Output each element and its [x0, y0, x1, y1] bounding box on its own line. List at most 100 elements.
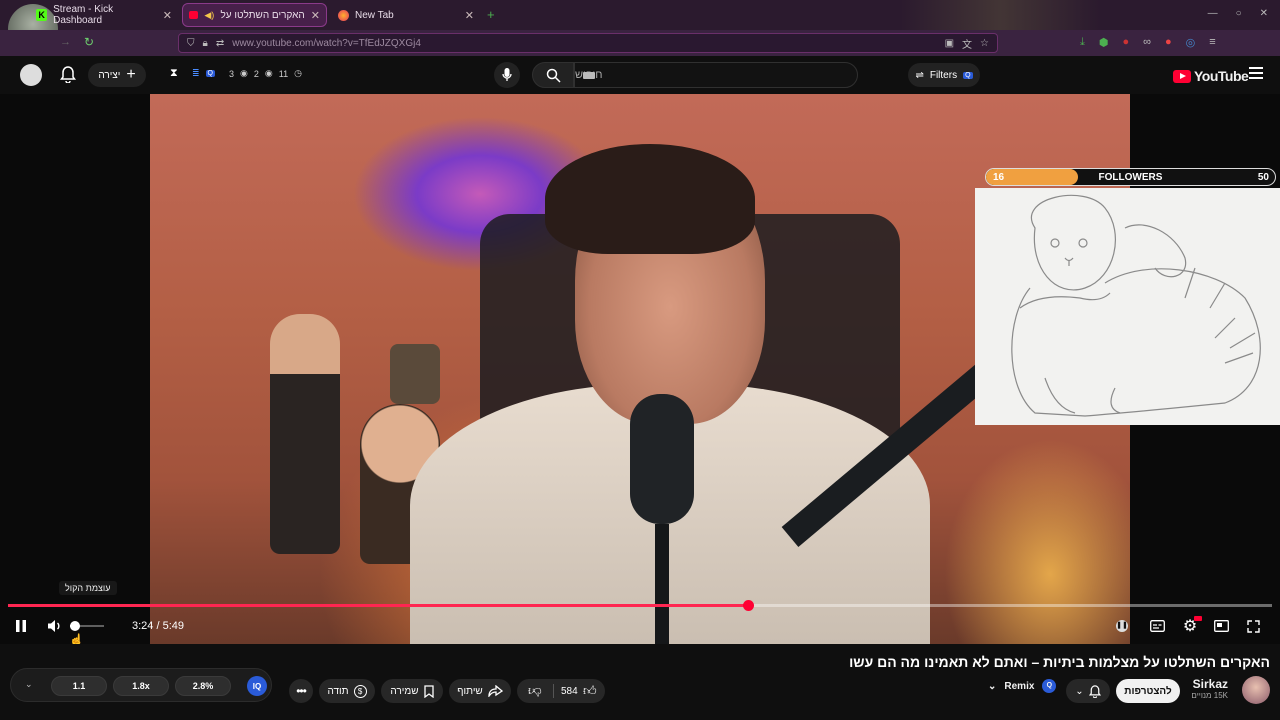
q-extension-button[interactable]: IQ [247, 676, 267, 696]
youtube-play-icon [1173, 69, 1191, 83]
youtube-logo-text: YouTube [1194, 68, 1249, 84]
channel-name[interactable]: Sirkaz [1191, 677, 1228, 691]
dislike-icon[interactable]: 👍︎ [528, 683, 542, 699]
progress-buffered [8, 604, 1272, 607]
mute-button[interactable] [44, 616, 66, 636]
create-button[interactable]: יצירה + [88, 63, 146, 87]
speed-value: 1.8x [132, 681, 150, 691]
close-window-icon[interactable]: ✕ [1260, 8, 1268, 19]
miniplayer-icon [1213, 620, 1229, 632]
menu-icon[interactable]: ≡ [1209, 36, 1215, 49]
mic-stand [655, 524, 669, 644]
fullscreen-button[interactable] [1244, 616, 1262, 636]
hourglass-icon[interactable]: ⧗ [170, 67, 178, 80]
eye-icon: ◉ [240, 68, 248, 78]
list-icon[interactable]: ≣ [192, 68, 200, 79]
url-field[interactable]: ⛉ 🔒︎ ⇄ www.youtube.com/watch?v=TfEdJZQXG… [178, 33, 998, 53]
followers-label: FOLLOWERS [1098, 171, 1163, 183]
more-actions-button[interactable]: ••• [289, 679, 313, 703]
stat-c: 11 [278, 68, 289, 79]
speed-button[interactable]: 1.8x [113, 676, 169, 696]
microphone-icon [502, 68, 512, 81]
close-tab-icon[interactable]: ✕ [311, 9, 320, 22]
tab-title: Stream - Kick Dashboard [53, 4, 114, 26]
translate-icon[interactable]: 文 [962, 36, 972, 51]
window-controls: — ○ ✕ [1208, 8, 1268, 19]
microphone [630, 394, 694, 524]
lock-icon: 🔒︎ [202, 37, 208, 49]
time-display: 3:24 / 5:49 [132, 616, 184, 636]
settings-button[interactable]: ⚙ [1180, 616, 1202, 636]
tab-kick-dashboard[interactable]: K Stream - Kick Dashboard ✕ [30, 3, 178, 27]
close-tab-icon[interactable]: ✕ [163, 9, 172, 22]
youtube-header: יצירה + ⧗ ≣ Q 3 ◉ 2 ◉ 11 ◷ חיפוש ⇌ Filte… [0, 56, 1280, 94]
voice-search-button[interactable] [494, 62, 520, 88]
chevron-down-icon[interactable]: ⌄ [988, 681, 996, 692]
speed-button[interactable]: 1.1 [51, 676, 107, 696]
cat-sketch-overlay [975, 188, 1280, 425]
share-icon [488, 685, 503, 697]
divider [553, 684, 554, 698]
join-label: להצטרפות [1124, 685, 1172, 697]
address-bar-row: → ↻ ⛉ 🔒︎ ⇄ www.youtube.com/watch?v=TfEdJ… [0, 30, 1280, 56]
close-tab-icon[interactable]: ✕ [465, 9, 474, 22]
time-total: 5:49 [162, 620, 185, 632]
autoplay-toggle[interactable]: ❚❚ [1114, 616, 1130, 636]
video-player[interactable]: 16 FOLLOWERS 50 עוצמת הקול [0, 94, 1280, 644]
q-badge-icon: Q [1042, 679, 1057, 693]
person-hair [545, 144, 755, 254]
youtube-favicon-icon [189, 11, 199, 19]
subtitles-icon [1149, 620, 1165, 632]
extension-icons: ⤓ ⬢ ● ∞ ● ◎ ≡ [1080, 36, 1216, 49]
avatar[interactable] [20, 64, 42, 86]
thanks-button[interactable]: תודה $ [319, 679, 375, 703]
search-icon [546, 68, 561, 83]
minimize-icon[interactable]: — [1208, 8, 1218, 19]
download-icon[interactable]: ⤓ [1080, 36, 1085, 49]
filters-button[interactable]: ⇌ Filters Q [908, 63, 980, 87]
subtitles-button[interactable] [1148, 616, 1166, 636]
remix-label[interactable]: Remix [1004, 681, 1034, 692]
like-icon[interactable]: 👍︎ [583, 683, 597, 699]
progress-bar[interactable] [8, 604, 1272, 607]
pause-button[interactable] [12, 616, 30, 636]
glasses-icon[interactable]: ∞ [1143, 36, 1151, 49]
like-count: 584 [561, 685, 578, 697]
channel-avatar[interactable] [1242, 676, 1270, 704]
extension-icon[interactable]: ● [1122, 36, 1129, 49]
channel-info[interactable]: Sirkaz 15K מנויים [1191, 677, 1228, 700]
tab-youtube-video[interactable]: ◀) האקרים השתלטו על מצ ✕ [182, 3, 327, 27]
search-input[interactable]: חיפוש [574, 62, 858, 88]
chevron-down-icon[interactable]: ⌄ [25, 679, 33, 690]
dollar-heart-icon: $ [353, 684, 367, 698]
back-arrow-icon[interactable]: → [60, 36, 71, 48]
volume-slider[interactable] [70, 621, 104, 631]
share-button[interactable]: שיתוף [449, 679, 511, 703]
save-button[interactable]: שמירה [381, 679, 443, 703]
chevron-down-icon: ⌄ [1075, 685, 1084, 697]
bookmark-star-icon[interactable]: ☆ [980, 38, 989, 49]
speed-button[interactable]: 2.8% [175, 676, 231, 696]
extension-icon[interactable]: ◎ [1186, 36, 1196, 49]
reader-icon[interactable]: ▣ [945, 38, 954, 49]
tab-title: האקרים השתלטו על מצ [220, 9, 305, 21]
speaker-icon[interactable]: ◀) [204, 10, 214, 21]
keyboard-icon[interactable] [583, 72, 595, 79]
tab-new-tab[interactable]: New Tab ✕ [332, 3, 480, 27]
new-tab-plus-icon[interactable]: + [487, 7, 495, 22]
search-button[interactable] [532, 62, 574, 88]
notifications-bell-icon[interactable] [60, 66, 76, 83]
remix-group: ⌄ Remix Q [988, 679, 1057, 693]
maximize-icon[interactable]: ○ [1236, 8, 1242, 19]
join-button[interactable]: להצטרפות [1116, 679, 1180, 703]
volume-tooltip: עוצמת הקול [59, 581, 117, 595]
hamburger-menu-icon[interactable] [1249, 67, 1263, 79]
followers-goal-bar: 16 FOLLOWERS 50 [985, 168, 1276, 186]
notification-toggle-button[interactable]: ⌄ [1066, 679, 1110, 703]
extension-icon[interactable]: ● [1165, 36, 1172, 49]
youtube-logo[interactable]: YouTube [1173, 68, 1249, 84]
reload-icon[interactable]: ↻ [84, 35, 94, 49]
tab-title: New Tab [355, 9, 394, 21]
miniplayer-button[interactable] [1212, 616, 1230, 636]
extension-icon[interactable]: ⬢ [1099, 36, 1109, 49]
